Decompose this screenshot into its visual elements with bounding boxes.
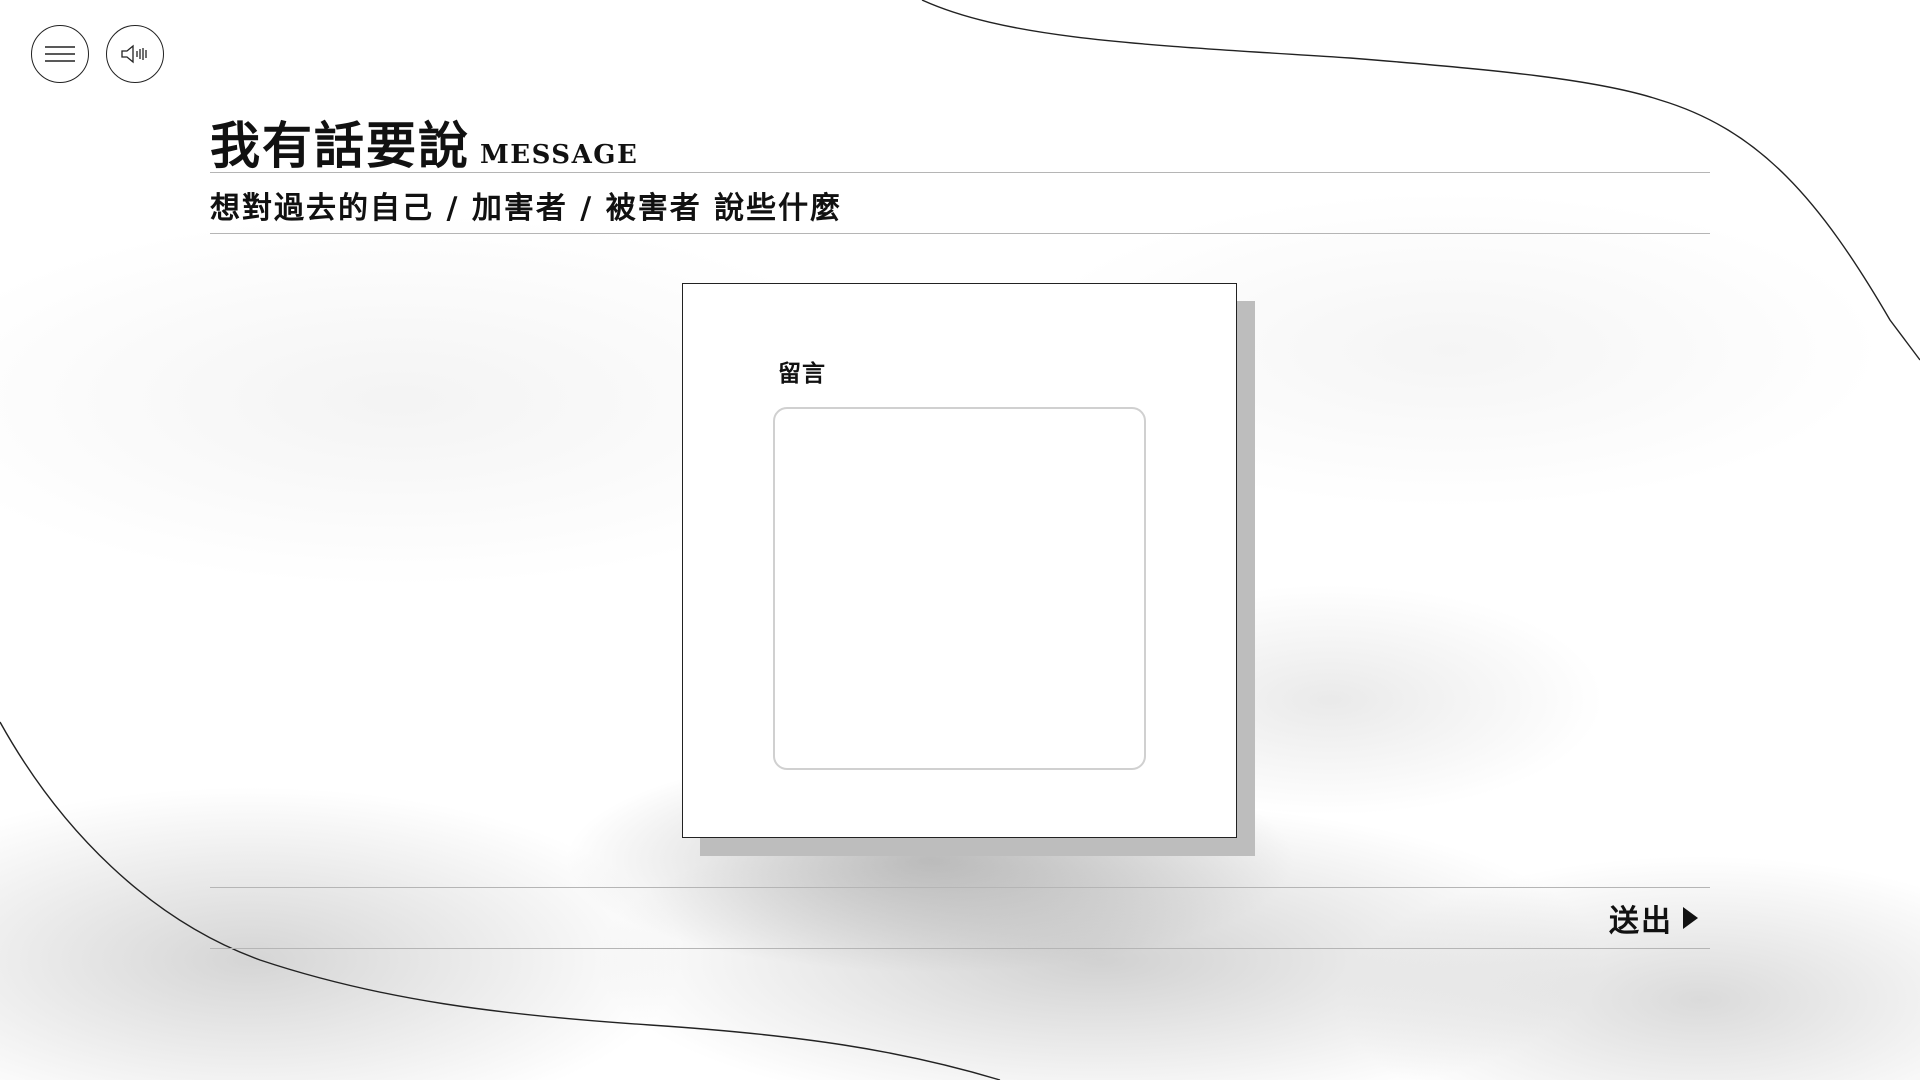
submit-label: 送出 [1609,904,1673,939]
page-title-english: MESSAGE [480,140,639,170]
message-page: 我有話要說 MESSAGE 想對過去的自己 / 加害者 / 被害者 說些什麼 留… [0,0,1920,1080]
message-card: 留言 [682,283,1237,838]
submit-top-divider [210,887,1710,888]
play-triangle-icon [1683,907,1698,929]
speaker-glyph [121,44,147,64]
page-subtitle: 想對過去的自己 / 加害者 / 被害者 說些什麼 [210,191,843,226]
message-label: 留言 [778,360,826,387]
title-divider [210,172,1710,173]
hamburger-menu-glyph [45,46,75,62]
submit-bottom-divider [210,948,1710,949]
submit-button[interactable]: 送出 [1609,896,1698,940]
page-title-chinese: 我有話要說 [210,116,470,175]
subtitle-divider [210,233,1710,234]
speaker-icon[interactable] [106,25,164,83]
hamburger-menu-icon[interactable] [31,25,89,83]
page-title: 我有話要說 MESSAGE [210,106,638,178]
message-input[interactable] [773,407,1146,770]
